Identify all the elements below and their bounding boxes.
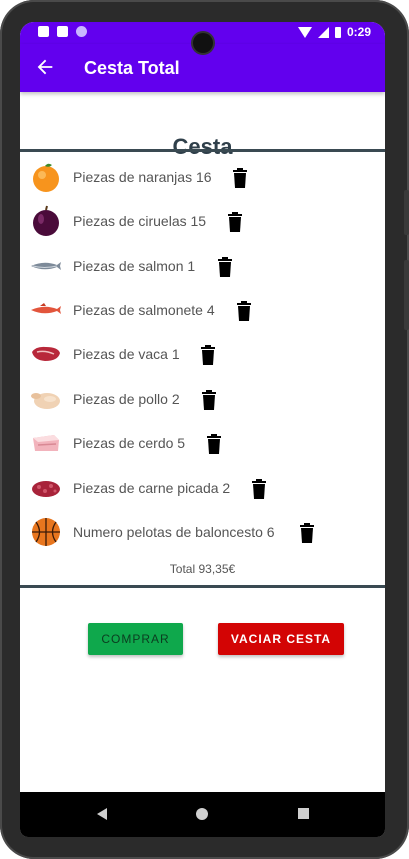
trash-icon[interactable]: [217, 257, 233, 277]
buy-button[interactable]: COMPRAR: [88, 623, 183, 655]
circle-icon: [76, 26, 87, 37]
screen: 0:29 Cesta Total Cesta Piezas de naranja…: [20, 22, 385, 837]
trash-icon[interactable]: [236, 301, 252, 321]
trash-icon[interactable]: [232, 168, 248, 188]
list-item: Piezas de pollo 2: [20, 380, 385, 420]
nav-back-icon[interactable]: [97, 808, 107, 820]
list-item: Piezas de ciruelas 15: [20, 202, 385, 242]
plum-icon: [33, 205, 59, 236]
minced-meat-icon: [32, 481, 60, 497]
battery-icon: [334, 26, 341, 38]
trash-icon[interactable]: [206, 434, 222, 454]
trash-icon[interactable]: [200, 345, 216, 365]
page-title: Cesta: [172, 134, 233, 159]
list-item: Piezas de salmonete 4: [20, 291, 385, 331]
trash-icon[interactable]: [251, 479, 267, 499]
item-label: Piezas de naranjas 16: [73, 169, 212, 185]
item-label: Piezas de vaca 1: [73, 346, 180, 362]
trash-icon[interactable]: [299, 523, 315, 543]
item-label: Piezas de pollo 2: [73, 391, 180, 407]
chicken-icon: [31, 393, 60, 409]
item-label: Piezas de cerdo 5: [73, 435, 186, 451]
list-item: Piezas de naranjas 16: [20, 158, 385, 198]
item-label: Piezas de salmonete 4: [73, 302, 215, 318]
navigation-bar: [20, 792, 385, 837]
beef-icon: [32, 346, 60, 361]
list-item: Piezas de salmon 1: [20, 247, 385, 287]
notification-icons: [38, 26, 87, 37]
salmon-icon: [31, 262, 61, 270]
red-mullet-icon: [31, 303, 61, 314]
item-label: Numero pelotas de baloncesto 6: [73, 524, 275, 540]
phone-frame: 0:29 Cesta Total Cesta Piezas de naranja…: [0, 0, 409, 859]
list-item: Piezas de vaca 1: [20, 335, 385, 375]
sd-card-icon: [57, 26, 68, 37]
bottom-divider: [20, 585, 385, 588]
empty-basket-button[interactable]: VACIAR CESTA: [218, 623, 344, 655]
a-icon: [38, 26, 49, 37]
list-item: Piezas de cerdo 5: [20, 424, 385, 464]
item-label: Piezas de carne picada 2: [73, 480, 231, 496]
basketball-icon: [32, 518, 60, 546]
item-label: Piezas de ciruelas 15: [73, 213, 207, 229]
volume-button: [404, 190, 409, 235]
trash-icon[interactable]: [201, 390, 217, 410]
pork-icon: [33, 435, 59, 451]
list-item: Numero pelotas de baloncesto 6: [20, 513, 385, 553]
item-label: Piezas de salmon 1: [73, 258, 196, 274]
trash-icon[interactable]: [227, 212, 243, 232]
signal-icon: [317, 26, 329, 38]
nav-home-icon[interactable]: [196, 808, 208, 820]
orange-icon: [33, 163, 59, 192]
power-button: [404, 260, 409, 330]
app-title: Cesta Total: [84, 58, 180, 78]
basket-total: Total 93,35€: [169, 562, 236, 576]
arrow-left-icon[interactable]: [34, 56, 56, 78]
wifi-icon: [297, 26, 312, 38]
system-icons: 0:29: [297, 25, 371, 39]
status-time: 0:29: [346, 25, 371, 39]
list-item: Piezas de carne picada 2: [20, 469, 385, 509]
nav-recents-icon[interactable]: [298, 808, 309, 819]
camera-icon: [193, 33, 213, 53]
top-divider: [20, 149, 385, 152]
